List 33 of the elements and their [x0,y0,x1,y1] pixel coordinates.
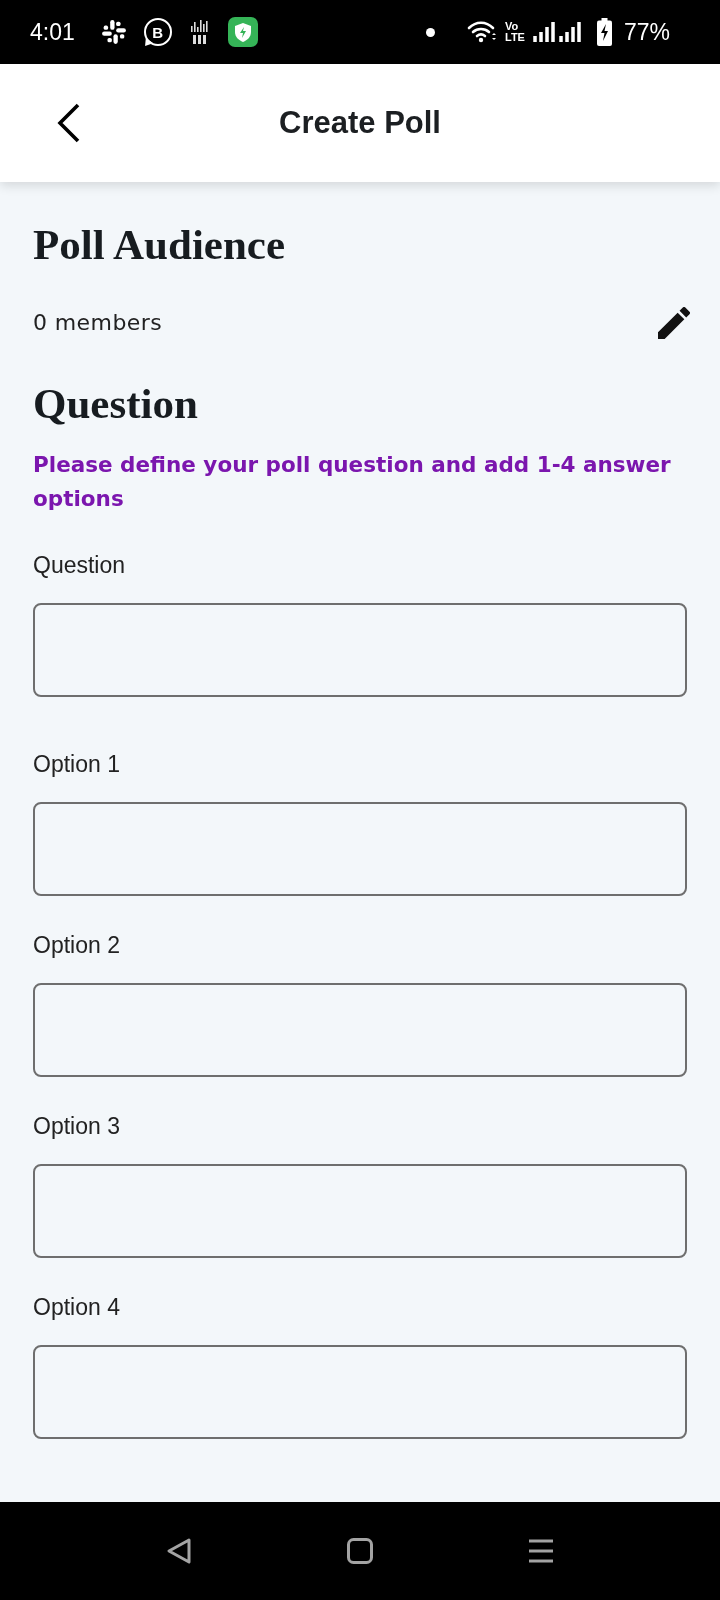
screen-title: Create Poll [279,104,441,142]
clock-time: 4:01 [30,20,75,44]
section-heading: Question [33,381,199,427]
member-count: 0 members [33,309,162,337]
signal-icon [532,22,555,42]
field-label: Option 4 [33,1293,121,1321]
recent-apps-icon[interactable] [528,1539,554,1563]
field-label: Option 2 [33,931,121,959]
battery-charging-icon [596,18,612,46]
field-label: Option 1 [33,750,121,778]
battery-percent: 77% [623,20,670,44]
back-icon[interactable] [56,102,82,144]
instruction-text: Please define your poll question and add 1-4 answer options [33,451,672,513]
section-heading: Poll Audience [33,222,287,268]
field-label: Question [33,551,127,579]
chat-badge: B [143,18,172,46]
signal-icon [558,22,581,42]
input-field[interactable] [33,1345,687,1439]
status-dot-icon [426,27,435,37]
pinwheel-icon [100,19,127,45]
input-field[interactable] [33,1164,687,1258]
app-logo-icon [188,18,211,46]
input-field[interactable] [33,983,687,1077]
back-triangle-icon[interactable] [166,1537,192,1565]
input-field[interactable] [33,802,687,896]
edit-icon[interactable] [658,307,690,339]
home-square-icon[interactable] [347,1538,373,1564]
field-label: Option 3 [33,1112,121,1140]
network-type-label: Vo [505,21,520,32]
input-field[interactable] [33,603,687,697]
wifi-icon [467,20,497,44]
network-type-label: LTE [505,32,525,43]
shield-bolt-icon [227,17,258,47]
